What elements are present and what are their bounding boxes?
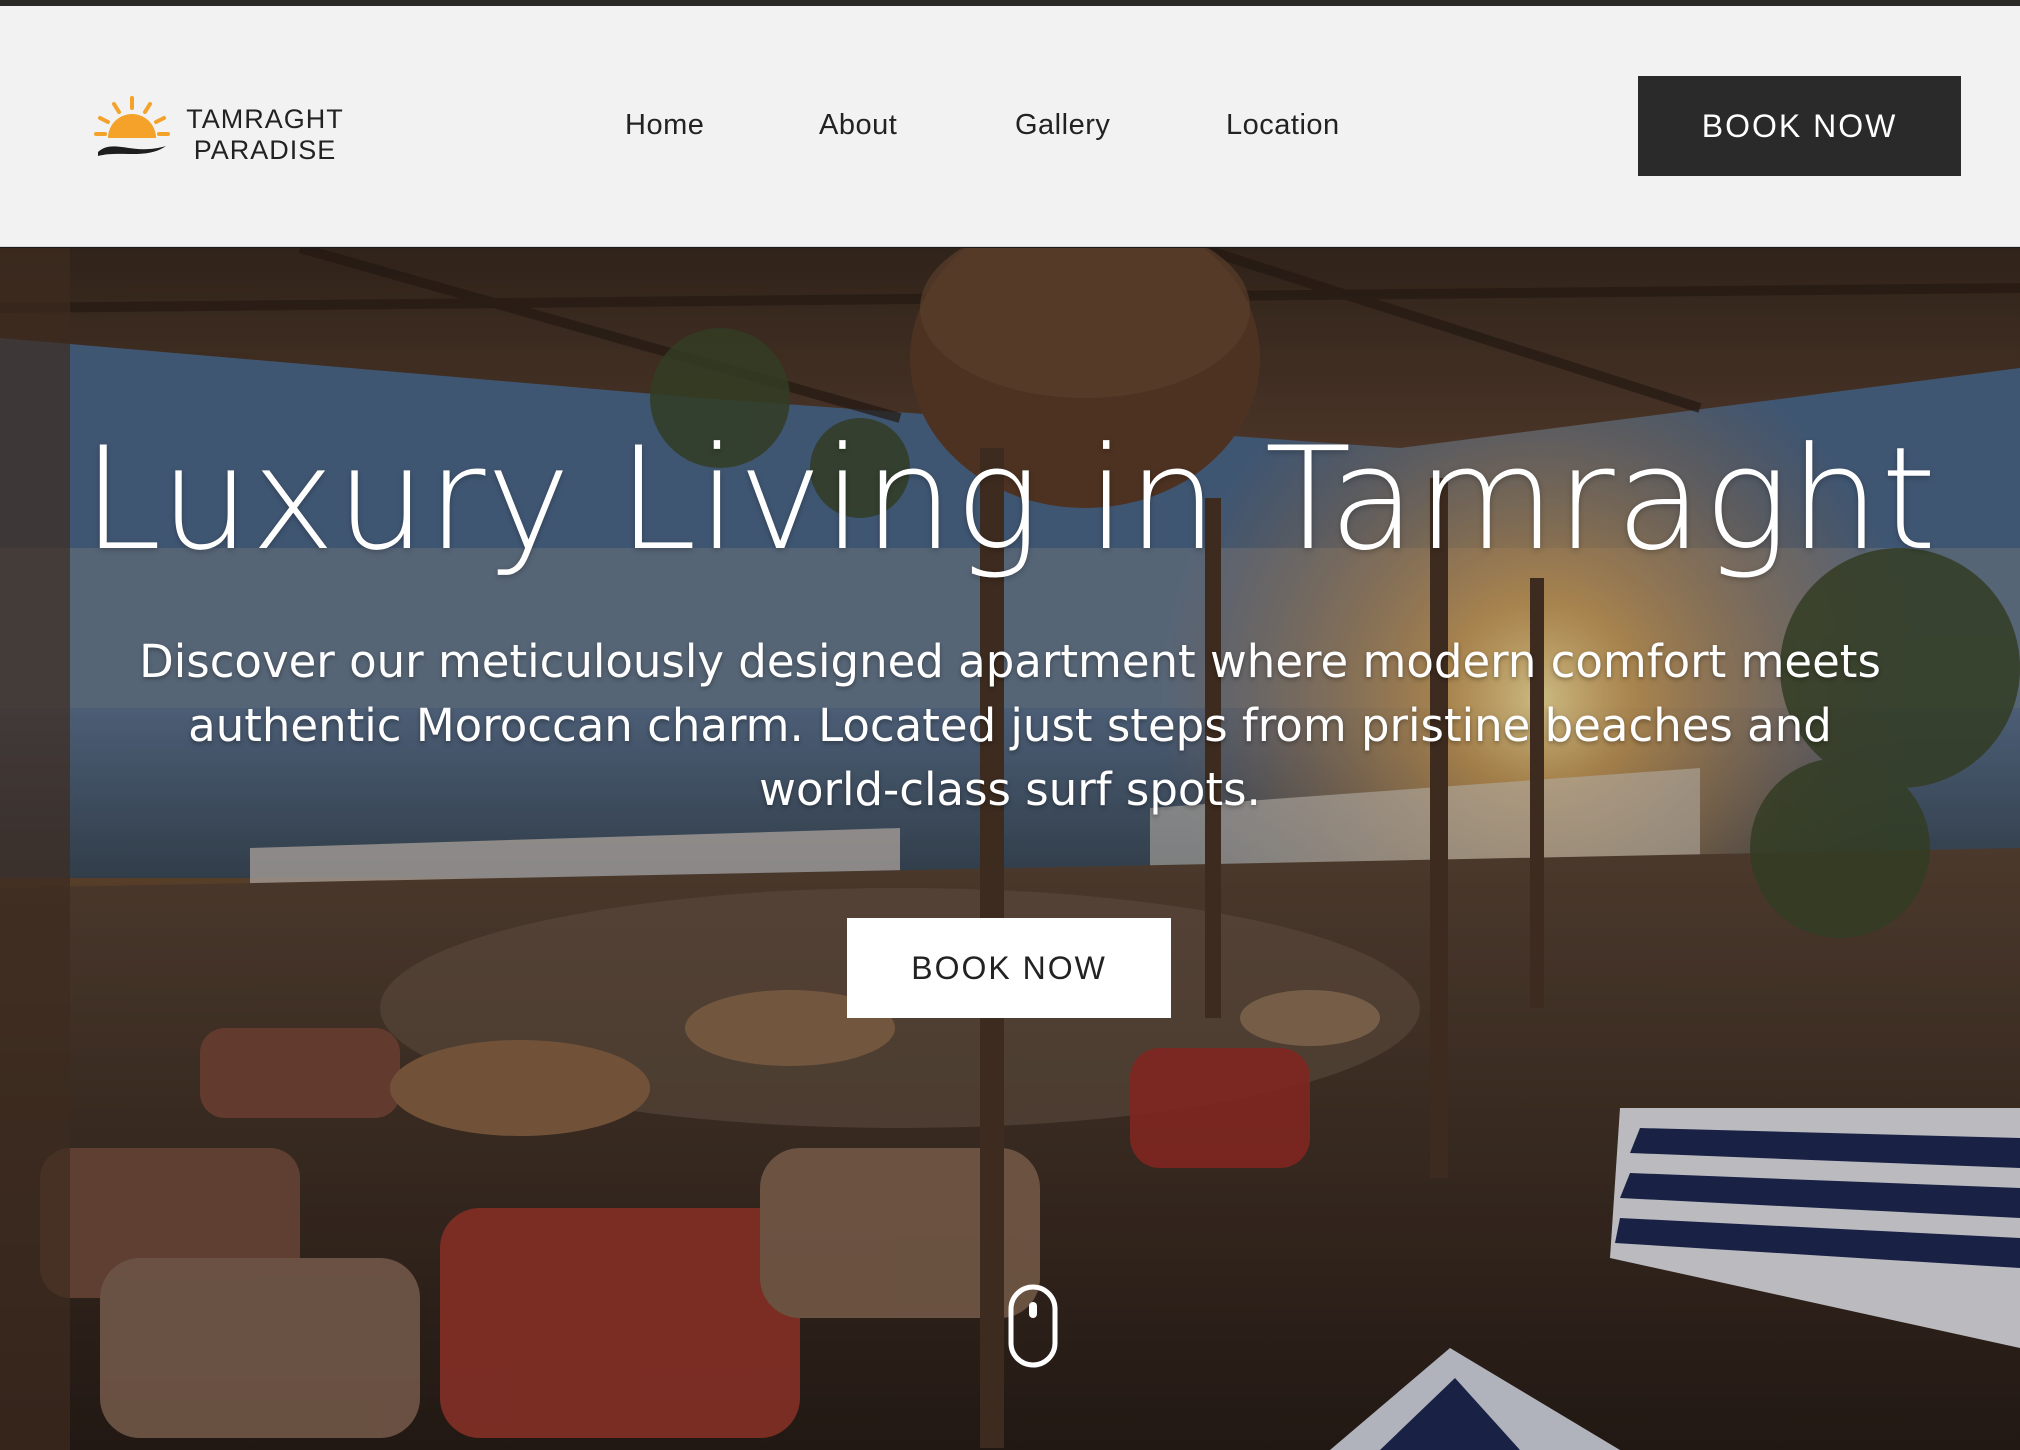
page: TAMRAGHT PARADISE Home About Gallery Loc…	[0, 0, 2020, 1450]
hero-section: Luxury Living in Tamraght Discover our m…	[0, 248, 2020, 1450]
header-book-now-button[interactable]: BOOK NOW	[1638, 76, 1961, 176]
brand-name: TAMRAGHT PARADISE	[180, 104, 350, 166]
brand-logo[interactable]: TAMRAGHT PARADISE	[92, 94, 352, 174]
site-header: TAMRAGHT PARADISE Home About Gallery Loc…	[0, 6, 2020, 247]
mouse-scroll-icon[interactable]	[1008, 1284, 1058, 1368]
hero-book-now-button[interactable]: BOOK NOW	[847, 918, 1171, 1018]
brand-line-2: PARADISE	[193, 135, 337, 165]
hero-subtitle-line-3: world-class surf spots.	[759, 763, 1261, 816]
nav-gallery[interactable]: Gallery	[1015, 109, 1110, 142]
hero-title: Luxury Living in Tamraght	[82, 417, 1938, 582]
nav-home[interactable]: Home	[625, 109, 704, 142]
nav-about[interactable]: About	[819, 109, 897, 142]
hero-subtitle-line-2: authentic Moroccan charm. Located just s…	[188, 699, 1832, 752]
sun-over-wave-icon	[94, 96, 170, 156]
brand-line-1: TAMRAGHT	[186, 104, 344, 134]
nav-location[interactable]: Location	[1226, 109, 1340, 142]
hero-subtitle: Discover our meticulously designed apart…	[130, 630, 1890, 822]
hero-subtitle-line-1: Discover our meticulously designed apart…	[139, 635, 1881, 688]
